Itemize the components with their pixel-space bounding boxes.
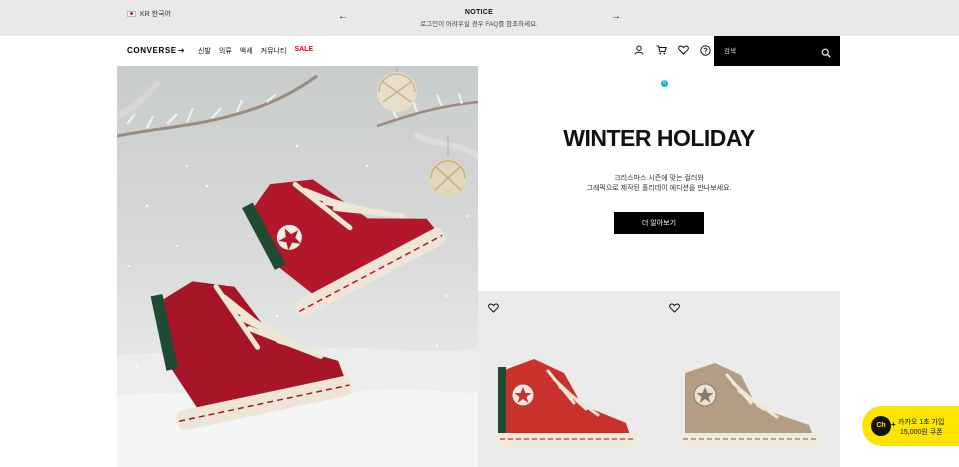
promo-description-line2: 그래픽으로 제작된 홀리데이 에디션을 만나보세요. bbox=[586, 185, 732, 192]
language-label: KR 한국어 bbox=[140, 11, 171, 18]
converse-logo[interactable]: CONVERSE bbox=[127, 46, 177, 55]
notice-next-arrow-icon[interactable]: → bbox=[611, 11, 621, 22]
notice-prev-arrow-icon[interactable]: ← bbox=[338, 11, 348, 22]
search-icon[interactable] bbox=[821, 45, 833, 58]
promo-description-line1: 크리스마스 시즌에 맞는 컬러와 bbox=[614, 175, 704, 182]
kakao-signup-text: 카카오 1초 가입 bbox=[898, 419, 945, 426]
user-icon[interactable] bbox=[633, 44, 645, 56]
plus-icon: + bbox=[891, 420, 896, 429]
product-tile[interactable] bbox=[478, 291, 659, 467]
search-bar bbox=[714, 36, 840, 66]
promo-title: WINTER HOLIDAY bbox=[563, 125, 755, 151]
kakao-coupon-text: 15,000원 쿠폰 bbox=[900, 429, 943, 436]
nav-item-community[interactable]: 커뮤니티 bbox=[261, 46, 287, 56]
help-icon[interactable] bbox=[699, 44, 711, 56]
wishlist-icon[interactable] bbox=[677, 44, 689, 56]
hero-illustration bbox=[117, 66, 478, 467]
main-nav: 신발 의류 액세 커뮤니티 SALE bbox=[198, 46, 313, 56]
notice-bar: KR 한국어 ← NOTICE 로그인이 어려우실 경우 FAQ를 참조하세요.… bbox=[0, 0, 959, 36]
nav-item-shoes[interactable]: 신발 bbox=[198, 46, 211, 56]
korea-flag-icon bbox=[127, 11, 136, 17]
product-tile[interactable] bbox=[659, 291, 840, 467]
learn-more-button[interactable]: 더 알아보기 bbox=[614, 212, 704, 234]
header-icons bbox=[633, 44, 711, 56]
logo-arrow-icon: ➔ bbox=[178, 46, 185, 55]
notice-text[interactable]: 로그인이 어려우실 경우 FAQ를 참조하세요. bbox=[379, 18, 579, 28]
cart-count-badge: 0 bbox=[661, 80, 668, 87]
search-input[interactable] bbox=[724, 45, 814, 57]
red-sneaker-image bbox=[498, 359, 638, 447]
notice-title: NOTICE bbox=[464, 9, 494, 16]
cart-icon[interactable] bbox=[655, 44, 667, 56]
kakao-chat-widget[interactable]: Ch + 카카오 1초 가입 15,000원 쿠폰 bbox=[862, 406, 959, 446]
kakao-channel-icon: Ch bbox=[871, 416, 891, 436]
hero-image[interactable] bbox=[117, 66, 478, 467]
tan-sneaker-image bbox=[681, 363, 821, 447]
nav-item-sale[interactable]: SALE bbox=[294, 46, 313, 56]
nav-item-accessories[interactable]: 액세 bbox=[240, 46, 253, 56]
language-selector[interactable]: KR 한국어 bbox=[127, 9, 171, 19]
nav-item-clothing[interactable]: 의류 bbox=[219, 46, 232, 56]
